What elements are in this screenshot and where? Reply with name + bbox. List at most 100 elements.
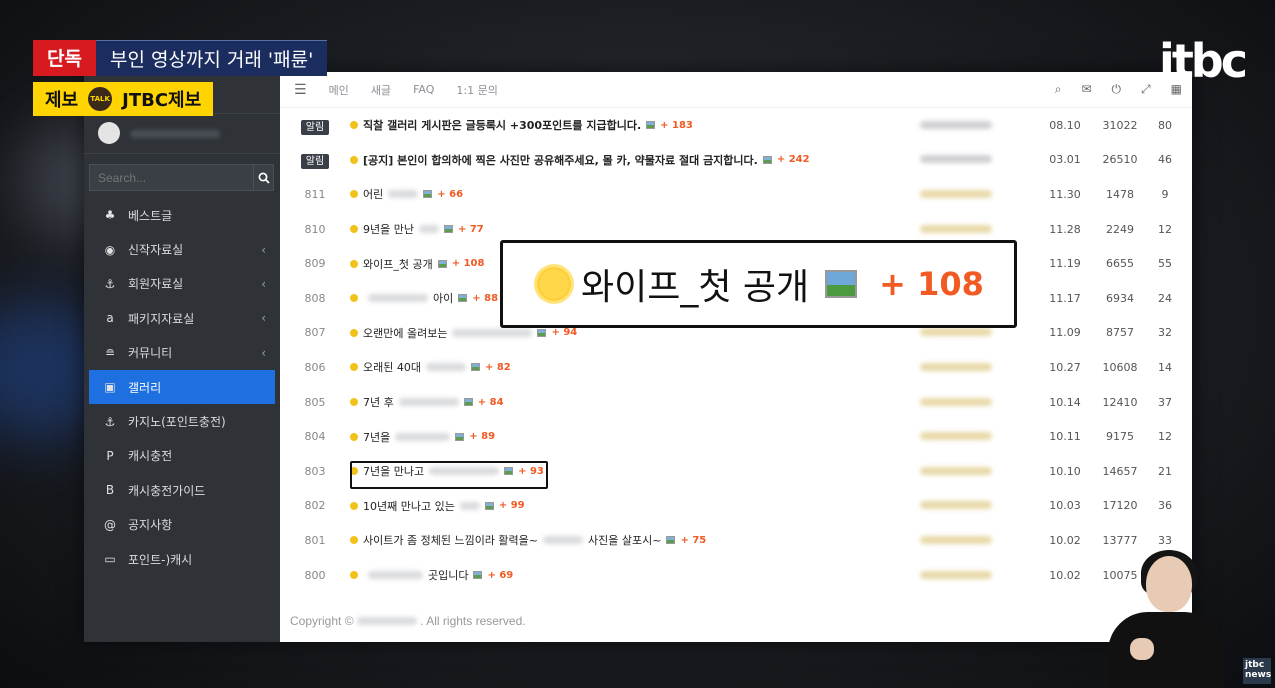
sidebar-item-label: 갤러리	[128, 380, 162, 395]
nav-faq[interactable]: FAQ	[413, 83, 434, 96]
site-name-blurred	[356, 617, 417, 625]
sun-emoji-icon	[350, 190, 358, 199]
post-title[interactable]: 사이트가 좀 정체된 느낌이라 활력을~ 사진을 살포시~ + 75	[350, 532, 920, 548]
post-author[interactable]	[920, 396, 1040, 409]
post-author[interactable]	[920, 119, 1040, 132]
title-blurred	[388, 190, 419, 199]
post-title[interactable]: 7년을 + 89	[350, 429, 920, 445]
post-date: 10.02	[1049, 533, 1081, 547]
post-author[interactable]	[920, 153, 1040, 166]
table-row[interactable]: 알림 직찰 갤러리 게시판은 글등록시 +300포인트를 지급합니다. + 183 0…	[280, 108, 1192, 143]
kakaotalk-icon: TALK	[88, 87, 113, 111]
post-title-text: 7년 후	[363, 396, 394, 410]
search-button[interactable]	[253, 165, 273, 190]
post-title[interactable]: 곳입니다 + 69	[350, 567, 920, 583]
sidebar-item-3[interactable]: a 패키지자료실 ‹	[84, 301, 280, 335]
post-title-text: 7년을	[363, 430, 391, 444]
title-blurred	[425, 363, 466, 372]
amazon-icon: a	[106, 311, 114, 326]
sidebar-item-label: 캐시충전	[128, 449, 173, 464]
table-row[interactable]: 802 10년째 만나고 있는 + 99 10.03 17120 36	[280, 489, 1192, 524]
search-input[interactable]	[90, 165, 253, 190]
post-title[interactable]: 10년째 만나고 있는 + 99	[350, 498, 920, 514]
sidebar-item-4[interactable]: ≘ 커뮤니티 ‹	[84, 336, 280, 370]
post-likes: 33	[1158, 533, 1172, 547]
comment-count: + 82	[484, 361, 511, 373]
post-likes: 80	[1158, 118, 1172, 132]
title-blurred	[395, 432, 451, 441]
post-views: 14657	[1102, 464, 1138, 478]
sidebar-item-2[interactable]: ⚓ 회원자료실 ‹	[84, 267, 280, 301]
sidebar-item-10[interactable]: ▭ 포인트-)캐시	[84, 542, 280, 576]
chevron-left-icon[interactable]: ‹	[261, 311, 266, 325]
post-number: 803	[280, 465, 350, 478]
author-blurred	[920, 362, 992, 371]
post-title[interactable]: 9년을 만난 + 77	[350, 221, 920, 237]
post-author[interactable]	[920, 534, 1040, 547]
post-title[interactable]: 직찰 갤러리 게시판은 글등록시 +300포인트를 지급합니다. + 183	[350, 117, 920, 133]
post-title[interactable]: [공지] 본인이 합의하에 찍은 사진만 공유해주세요, 몰 카, 약물자료 절…	[350, 152, 920, 168]
post-author[interactable]	[920, 188, 1040, 201]
sidebar-item-8[interactable]: B 캐시충전가이드	[84, 473, 280, 507]
table-row[interactable]: 811 어린 + 66 11.30 1478 9	[280, 177, 1192, 212]
post-views: 6934	[1106, 291, 1134, 305]
sidebar-item-label: 캐시충전가이드	[128, 483, 206, 498]
image-attachment-icon	[825, 270, 858, 298]
post-author[interactable]	[920, 499, 1040, 512]
nav-new-posts[interactable]: 새글	[371, 82, 391, 98]
table-row[interactable]: 804 7년을 + 89 10.11 9175 12	[280, 419, 1192, 454]
post-author[interactable]	[920, 569, 1040, 582]
post-title[interactable]: 어린 + 66	[350, 186, 920, 202]
sun-emoji-icon	[350, 294, 358, 303]
nav-main[interactable]: 메인	[329, 82, 349, 98]
sidebar-item-7[interactable]: P 캐시충전	[84, 439, 280, 473]
post-title[interactable]: 오래된 40대 + 82	[350, 359, 920, 375]
post-views: 17120	[1102, 499, 1138, 513]
image-attachment-icon	[470, 363, 480, 372]
post-number-text: 알림	[300, 119, 330, 135]
post-author[interactable]	[920, 326, 1040, 339]
sidebar-item-5[interactable]: ▣ 갤러리	[89, 369, 275, 405]
sidebar-item-1[interactable]: ◉ 신작자료실 ‹	[84, 232, 280, 266]
post-title[interactable]: 7년 후 + 84	[350, 394, 920, 410]
sidebar-menu: ♣ 베스트글 ◉ 신작자료실 ‹ ⚓ 회원자료실 ‹ a 패키지자료실 ‹ ≘ 커뮤니티 ‹ ▣ 갤러리 ⚓ 카지…	[84, 198, 280, 576]
post-number: 802	[280, 499, 350, 512]
power-icon[interactable]: ⏻	[1112, 82, 1122, 97]
hamburger-icon[interactable]: ☰	[294, 82, 307, 98]
table-row[interactable]: 806 오래된 40대 + 82 10.27 10608 14	[280, 350, 1192, 385]
table-row[interactable]: 알림 [공지] 본인이 합의하에 찍은 사진만 공유해주세요, 몰 카, 약물자료…	[280, 143, 1192, 178]
post-date: 11.17	[1049, 291, 1081, 305]
post-author[interactable]	[920, 430, 1040, 443]
anchor-icon: ⚓	[104, 276, 116, 291]
tip-bar: 제보 TALK JTBC제보	[33, 82, 214, 116]
at-icon: @	[104, 517, 116, 532]
fullscreen-icon[interactable]: ⤢	[1141, 82, 1151, 97]
table-row[interactable]: 805 7년 후 + 84 10.14 12410 37	[280, 385, 1192, 420]
post-number-text: 802	[304, 499, 326, 513]
main-content: ☰ 메인 새글 FAQ 1:1 문의 ⌕ ✉ ⏻ ⤢ ▦ 알림 직찰 갤러리 게시…	[280, 72, 1192, 642]
comment-count: + 242	[776, 154, 810, 166]
chevron-left-icon[interactable]: ‹	[261, 243, 266, 257]
table-row[interactable]: 801 사이트가 좀 정체된 느낌이라 활력을~ 사진을 살포시~ + 75 10.02…	[280, 523, 1192, 558]
sidebar-item-0[interactable]: ♣ 베스트글	[84, 198, 280, 232]
mail-icon[interactable]: ✉	[1081, 82, 1091, 97]
post-author[interactable]	[920, 465, 1040, 478]
author-blurred	[920, 155, 992, 164]
table-row[interactable]: 800 곳입니다 + 69 10.02 10075	[280, 558, 1192, 593]
post-author[interactable]	[920, 223, 1040, 236]
sidebar-item-6[interactable]: ⚓ 카지노(포인트충전)	[84, 404, 280, 438]
comment-count: + 88	[472, 292, 499, 304]
top-navigation: ☰ 메인 새글 FAQ 1:1 문의 ⌕ ✉ ⏻ ⤢ ▦	[280, 72, 1192, 108]
sidebar-item-label: 카지노(포인트충전)	[128, 415, 226, 430]
search-icon	[258, 172, 270, 184]
nav-inquiry[interactable]: 1:1 문의	[456, 82, 497, 98]
post-views: 1478	[1106, 187, 1134, 201]
post-number: 807	[280, 326, 350, 339]
chevron-left-icon[interactable]: ‹	[261, 346, 266, 360]
chevron-left-icon[interactable]: ‹	[261, 277, 266, 291]
sun-emoji-icon	[350, 225, 358, 234]
avatar[interactable]	[98, 122, 120, 144]
post-author[interactable]	[920, 361, 1040, 374]
sidebar-item-9[interactable]: @ 공지사항	[84, 508, 280, 542]
search-icon[interactable]: ⌕	[1055, 82, 1062, 97]
